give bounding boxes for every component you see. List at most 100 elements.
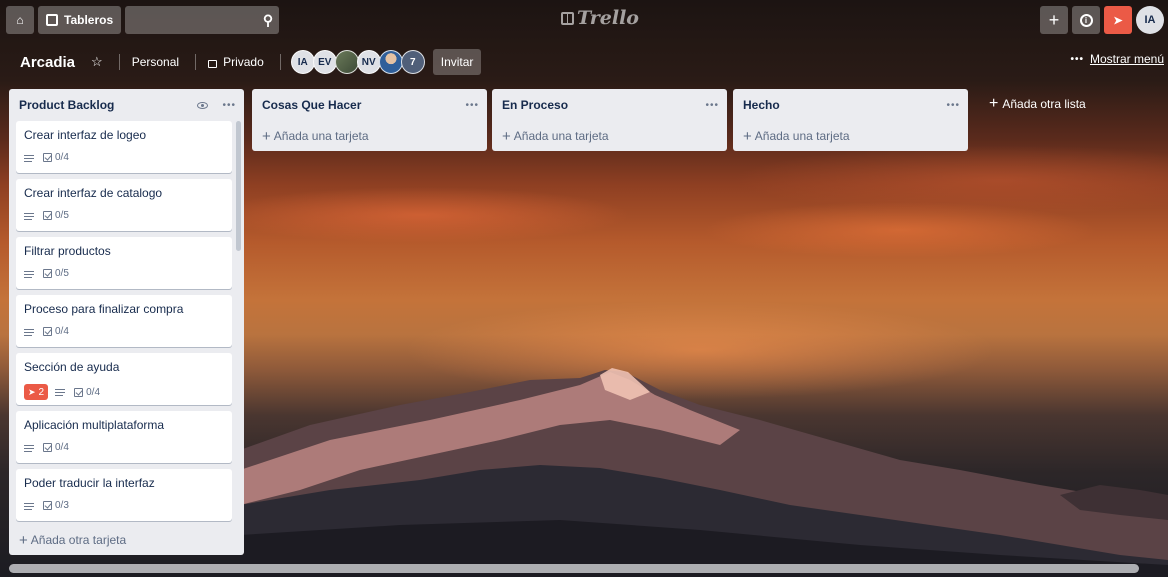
member-avatar[interactable]: NV	[356, 50, 381, 74]
top-header: ⌂ Tableros ⚲ Trello + i ➤ IA	[0, 0, 1168, 40]
card-title: Crear interfaz de logeo	[24, 128, 147, 142]
divider	[279, 54, 281, 70]
lock-icon	[208, 59, 218, 68]
card-title: Crear interfaz de catalogo	[24, 186, 163, 200]
checklist-icon	[43, 443, 52, 452]
plus-icon: +	[262, 127, 271, 145]
boards-button[interactable]: Tableros	[38, 6, 122, 34]
description-icon	[55, 388, 66, 396]
add-card-label: Añada una tarjeta	[754, 129, 850, 143]
star-icon: ☆	[91, 54, 103, 69]
notifications-button[interactable]: ➤	[1104, 6, 1132, 34]
info-button[interactable]: i	[1072, 6, 1100, 34]
card[interactable]: Crear interfaz de logeo 0/4	[16, 121, 232, 173]
vertical-scrollbar[interactable]	[236, 121, 241, 251]
card-title: Proceso para finalizar compra	[24, 302, 184, 316]
divider	[195, 54, 197, 70]
badge-count: 2	[38, 386, 45, 398]
member-count[interactable]: 7	[400, 50, 425, 74]
checklist-icon	[43, 153, 52, 162]
more-icon[interactable]: •••	[705, 100, 719, 111]
notification-icon: ➤	[1113, 14, 1123, 27]
create-button[interactable]: +	[1040, 6, 1068, 34]
horizontal-scrollbar[interactable]	[9, 564, 1139, 573]
trello-logo-icon	[561, 11, 574, 25]
privacy-button[interactable]: Privado	[200, 49, 272, 75]
description-icon	[24, 444, 34, 452]
checklist-icon	[43, 501, 52, 510]
board-title[interactable]: Arcadia	[10, 54, 83, 71]
add-card-button[interactable]: + Añada otra tarjeta	[9, 525, 244, 555]
search-icon[interactable]: ⚲	[263, 12, 273, 29]
invite-button[interactable]: Invitar	[432, 49, 482, 75]
card[interactable]: Filtrar productos 0/5	[16, 237, 232, 289]
top-right-actions: + i ➤ IA	[1040, 6, 1164, 34]
add-card-button[interactable]: + Añada una tarjeta	[252, 121, 487, 151]
description-icon	[24, 328, 34, 336]
checklist-icon	[43, 327, 52, 336]
add-card-label: Añada una tarjeta	[273, 129, 369, 143]
more-icon[interactable]: •••	[946, 100, 960, 111]
card[interactable]: Poder traducir la interfaz 0/3	[16, 469, 232, 521]
list-header: En Proceso •••	[492, 89, 727, 121]
checklist-icon	[43, 211, 52, 220]
member-avatar[interactable]: IA	[290, 50, 315, 74]
star-button[interactable]: ☆	[83, 49, 111, 75]
eye-icon[interactable]	[197, 101, 209, 109]
home-icon: ⌂	[16, 13, 24, 27]
add-card-button[interactable]: + Añada una tarjeta	[492, 121, 727, 151]
list-header: Cosas Que Hacer •••	[252, 89, 487, 121]
team-visibility-button[interactable]: Personal	[124, 49, 187, 75]
checklist-count: 0/5	[55, 268, 69, 279]
home-button[interactable]: ⌂	[6, 6, 34, 34]
more-icon[interactable]: •••	[222, 100, 236, 111]
member-avatar[interactable]: EV	[312, 50, 337, 74]
plus-icon: +	[19, 531, 28, 549]
member-avatar[interactable]	[378, 50, 403, 74]
description-icon	[24, 270, 34, 278]
card[interactable]: Aplicación multiplataforma 0/4	[16, 411, 232, 463]
description-icon	[24, 502, 34, 510]
card-title: Filtrar productos	[24, 244, 111, 258]
more-icon[interactable]: •••	[465, 100, 479, 111]
list-title[interactable]: Cosas Que Hacer	[262, 98, 361, 112]
show-menu-label: Mostrar menú	[1089, 52, 1164, 66]
checklist-count: 0/4	[86, 386, 101, 398]
list-product-backlog: Product Backlog ••• Crear interfaz de lo…	[9, 89, 244, 555]
add-card-label: Añada otra tarjeta	[30, 533, 127, 547]
card-title: Aplicación multiplataforma	[24, 418, 165, 432]
card-title: Poder traducir la interfaz	[24, 476, 155, 490]
list-cosas-que-hacer: Cosas Que Hacer ••• + Añada una tarjeta	[252, 89, 487, 151]
checklist-count: 0/4	[55, 326, 69, 337]
checklist-count: 0/3	[55, 500, 69, 511]
add-list-button[interactable]: + Añada otra lista	[983, 92, 1092, 116]
checklist-count: 0/4	[55, 152, 69, 163]
divider	[118, 54, 120, 70]
privacy-label: Privado	[223, 55, 264, 69]
search-input[interactable]: ⚲	[125, 6, 280, 34]
checklist-icon	[43, 269, 52, 278]
boards-label: Tableros	[64, 13, 114, 27]
list-header: Product Backlog •••	[9, 89, 244, 121]
notification-badge: ➤ 2	[24, 384, 49, 400]
add-card-button[interactable]: + Añada una tarjeta	[733, 121, 968, 151]
list-header: Hecho •••	[733, 89, 968, 121]
info-icon: i	[1079, 13, 1093, 27]
card[interactable]: Crear interfaz de catalogo 0/5	[16, 179, 232, 231]
rocket-icon: ➤	[28, 386, 36, 397]
members-list: IA EV NV 7	[290, 50, 425, 74]
board-header: Arcadia ☆ Personal Privado IA EV NV 7 In…	[0, 46, 1168, 78]
plus-icon: +	[1048, 9, 1060, 30]
user-avatar[interactable]: IA	[1136, 6, 1164, 34]
checklist-count: 0/4	[55, 442, 69, 453]
trello-logo[interactable]: Trello	[561, 7, 639, 29]
member-avatar[interactable]	[334, 50, 359, 74]
list-title[interactable]: Product Backlog	[19, 98, 114, 112]
description-icon	[24, 212, 34, 220]
list-title[interactable]: En Proceso	[502, 98, 568, 112]
list-title[interactable]: Hecho	[743, 98, 780, 112]
more-icon: •••	[1070, 53, 1084, 65]
card[interactable]: Proceso para finalizar compra 0/4	[16, 295, 232, 347]
card[interactable]: Sección de ayuda ➤ 2 0/4	[16, 353, 232, 405]
show-menu-button[interactable]: ••• Mostrar menú	[1070, 52, 1164, 66]
